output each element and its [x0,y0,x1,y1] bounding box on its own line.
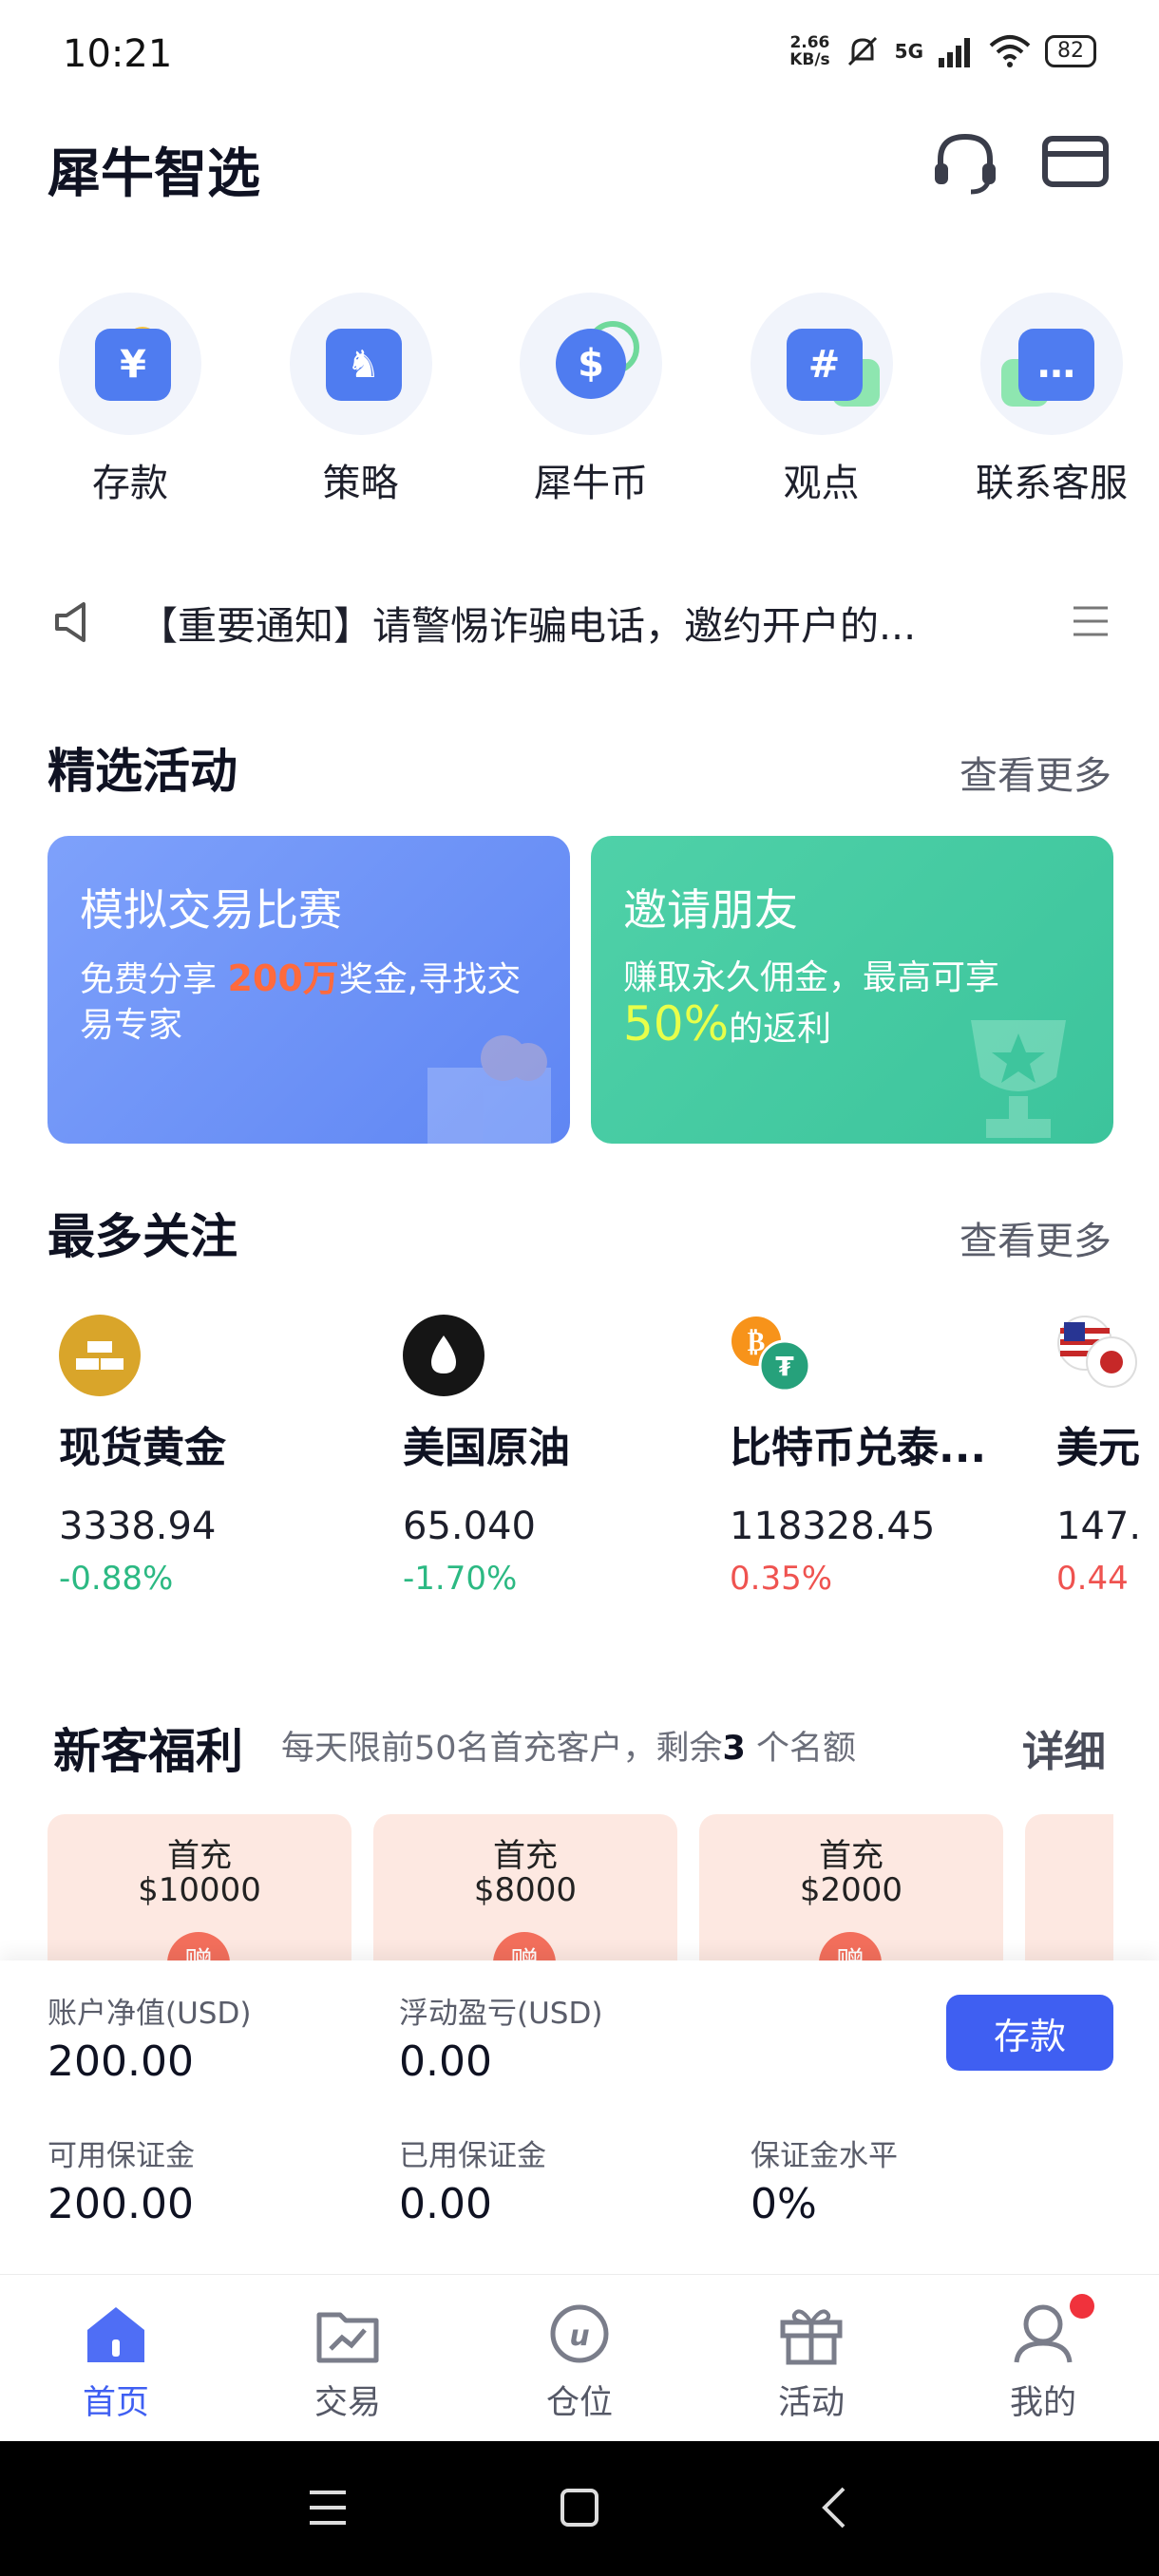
headset-icon[interactable] [929,125,1001,198]
network-type: 5G [894,40,923,63]
margin-level: 保证金水平 0% [750,2139,898,2228]
oil-drop-icon [403,1315,484,1396]
system-nav-bar [0,2441,1159,2576]
featured-more-link[interactable]: 查看更多 [960,745,1112,800]
notice-text: 【重要通知】请警惕诈骗电话，邀约开户的... [139,603,917,649]
coupon-card[interactable]: 首充 $2000 赠 [699,1814,1003,1966]
mail-icon[interactable] [1039,125,1112,198]
deposit-button[interactable]: 存款 [946,1995,1113,2071]
signal-icon [939,38,970,67]
chart-icon [316,2312,379,2363]
chat-icon: … [980,293,1123,435]
nav-activity[interactable]: 活动 [716,2275,906,2441]
coupon-card[interactable] [1025,1814,1113,1966]
watched-list: 现货黄金 3338.94 -0.88% 美国原油 65.040 -1.70% ₿… [59,1315,1159,1600]
featured-title: 精选活动 [48,744,238,799]
available-margin: 可用保证金 200.00 [48,2139,195,2228]
status-time: 10:21 [63,32,173,76]
nav-home[interactable]: 首页 [21,2275,211,2441]
gift-icon [780,2309,843,2365]
notification-dot [1070,2294,1094,2319]
coin-icon: $ [520,293,662,435]
btc-usdt-icon: ₿ ₮ [730,1315,811,1396]
status-icons: 2.66 KB/s 5G 82 [789,32,1096,70]
trophy-illustration [971,1020,1066,1138]
coupon-row: 首充 $10000 赠 首充 $8000 赠 首充 $2000 赠 [48,1814,1113,1966]
net-speed: 2.66 KB/s [789,33,830,69]
card-trading-contest[interactable]: 模拟交易比赛 免费分享 200万奖金,寻找交易专家 [48,836,570,1144]
net-value: 账户净值(USD) 200.00 [48,1997,252,2086]
profile-icon [1014,2304,1073,2363]
nav-trade[interactable]: 交易 [253,2275,443,2441]
new-customer-title: 新客福利 [53,1724,243,1779]
battery-indicator: 82 [1045,35,1096,67]
wifi-icon [989,35,1031,67]
deposit-icon: ¥ [59,293,201,435]
svg-text:₮: ₮ [775,1351,794,1382]
position-icon: u [550,2304,609,2363]
gold-icon [59,1315,141,1396]
new-customer-desc: 每天限前50名首充客户，剩余3 个名额 [281,1730,857,1768]
quick-menu: ¥ 存款 ♞ 策略 $ 犀牛币 # 观点 … 联系客服 [40,293,1142,507]
coupon-card[interactable]: 首充 $8000 赠 [373,1814,677,1966]
watched-title: 最多关注 [48,1209,238,1264]
watched-more-link[interactable]: 查看更多 [960,1210,1112,1265]
svg-text:u: u [569,2320,589,2353]
quick-menu-views[interactable]: # 观点 [732,293,912,507]
watch-item-crude-oil[interactable]: 美国原油 65.040 -1.70% [403,1315,707,1598]
gift-box-illustration [428,1035,551,1144]
card-invite-friends[interactable]: 邀请朋友 赚取永久佣金，最高可享 50%的返利 [591,836,1113,1144]
app-title: 犀牛智选 [48,143,260,205]
list-icon[interactable] [1070,600,1112,642]
hashtag-icon: # [750,293,893,435]
bottom-nav: 首页 交易 u 仓位 活动 我的 [0,2274,1159,2441]
watch-item-usd-jpy[interactable]: 美元 147. 0.44 [1056,1315,1159,1598]
coupon-card[interactable]: 首充 $10000 赠 [48,1814,352,1966]
strategy-icon: ♞ [289,293,432,435]
notice-bar[interactable]: 【重要通知】请警惕诈骗电话，邀约开户的... [48,589,1112,655]
nav-profile[interactable]: 我的 [948,2275,1138,2441]
speaker-icon [55,602,86,642]
home-square-icon[interactable] [559,2487,600,2529]
back-icon[interactable] [817,2485,851,2530]
quick-menu-deposit[interactable]: ¥ 存款 [40,293,220,507]
quick-menu-support[interactable]: … 联系客服 [961,293,1142,507]
quick-menu-coin[interactable]: $ 犀牛币 [501,293,681,507]
usd-jpy-flag-icon [1056,1315,1138,1396]
used-margin: 已用保证金 0.00 [399,2139,546,2228]
home-icon [87,2307,144,2362]
bell-muted-icon [847,36,877,66]
new-customer-detail-link[interactable]: 详细 [1022,1717,1106,1778]
watch-item-gold[interactable]: 现货黄金 3338.94 -0.88% [59,1315,363,1598]
nav-position[interactable]: u 仓位 [484,2275,674,2441]
status-bar: 10:21 2.66 KB/s 5G 82 [0,0,1159,104]
floating-pl: 浮动盈亏(USD) 0.00 [399,1997,603,2086]
watch-item-btc-usdt[interactable]: ₿ ₮ 比特币兑泰... 118328.45 0.35% [730,1315,1034,1598]
quick-menu-strategy[interactable]: ♞ 策略 [271,293,451,507]
menu-icon[interactable] [306,2487,350,2529]
account-panel: 账户净值(USD) 200.00 浮动盈亏(USD) 0.00 存款 可用保证金… [0,1960,1159,2274]
